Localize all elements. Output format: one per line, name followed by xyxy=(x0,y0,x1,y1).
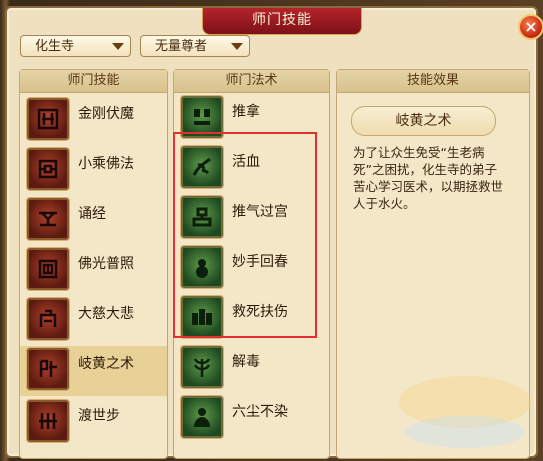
skills-panel: 师门技能 金刚伏魔 小乘佛法 诵经 佛光普照 大慈大悲 岐黄之术 渡世步 xyxy=(19,69,168,459)
spell-label: 救死扶伤 xyxy=(232,304,288,320)
spell-label: 妙手回春 xyxy=(232,254,288,270)
spell-item[interactable]: 救死扶伤 xyxy=(174,294,329,342)
skill-item[interactable]: 金刚伏魔 xyxy=(20,96,167,144)
vajra-seal-icon xyxy=(27,98,69,140)
skills-column-header: 师门技能 xyxy=(20,70,167,93)
rescue-icon xyxy=(181,296,223,338)
spell-label: 六尘不染 xyxy=(232,404,288,420)
buddha-light-seal-icon xyxy=(27,248,69,290)
effect-title: 岐黄之术 xyxy=(351,106,496,136)
effect-description: 为了让众生免受“生老病死”之困扰，化生寺的弟子苦心学习医术，以期拯救世人于水火。 xyxy=(353,145,504,211)
spell-item[interactable]: 推气过宫 xyxy=(174,194,329,242)
blood-circulation-icon xyxy=(181,146,223,188)
school-select-value: 化生寺 xyxy=(35,39,75,54)
spells-panel: 师门法术 推拿 活血 推气过宫 妙手回春 救死扶伤 解毒 六尘不染 xyxy=(173,69,330,459)
medicine-seal-icon xyxy=(27,348,69,390)
spell-label: 推拿 xyxy=(232,104,260,120)
skill-label: 渡世步 xyxy=(78,408,120,424)
spell-item[interactable]: 推拿 xyxy=(174,94,329,142)
master-select[interactable]: 无量尊者 xyxy=(140,35,250,57)
skill-label: 岐黄之术 xyxy=(78,356,134,372)
monk-icon xyxy=(181,396,223,438)
chevron-down-icon xyxy=(231,43,243,50)
qi-push-icon xyxy=(181,196,223,238)
effect-column-header: 技能效果 xyxy=(337,70,529,93)
gourd-icon xyxy=(181,246,223,288)
skill-label: 小乘佛法 xyxy=(78,156,134,172)
master-select-value: 无量尊者 xyxy=(155,39,208,54)
step-seal-icon xyxy=(27,400,69,442)
skill-item[interactable]: 小乘佛法 xyxy=(20,146,167,194)
skill-item[interactable]: 大慈大悲 xyxy=(20,296,167,344)
skill-label: 诵经 xyxy=(78,206,106,222)
skill-label: 佛光普照 xyxy=(78,256,134,272)
school-select[interactable]: 化生寺 xyxy=(20,35,131,57)
compassion-seal-icon xyxy=(27,298,69,340)
window-title: 师门技能 xyxy=(202,8,362,35)
spell-item[interactable]: 解毒 xyxy=(174,344,329,392)
dharma-seal-icon xyxy=(27,148,69,190)
sutra-seal-icon xyxy=(27,198,69,240)
skill-label: 大慈大悲 xyxy=(78,306,134,322)
skill-item-selected[interactable]: 岐黄之术 xyxy=(20,346,167,396)
skill-item[interactable]: 佛光普照 xyxy=(20,246,167,294)
spells-column-header: 师门法术 xyxy=(174,70,329,93)
skill-item[interactable]: 诵经 xyxy=(20,196,167,244)
spell-label: 推气过宫 xyxy=(232,204,288,220)
close-button[interactable]: × xyxy=(518,14,543,40)
skill-label: 金刚伏魔 xyxy=(78,106,134,122)
chevron-down-icon xyxy=(112,43,124,50)
spell-item[interactable]: 活血 xyxy=(174,144,329,192)
spell-label: 活血 xyxy=(232,154,260,170)
spell-item[interactable]: 妙手回春 xyxy=(174,244,329,292)
massage-icon xyxy=(181,96,223,138)
watermark-logo xyxy=(395,370,535,456)
skill-item[interactable]: 渡世步 xyxy=(20,398,167,446)
herb-icon xyxy=(181,346,223,388)
spell-item[interactable]: 六尘不染 xyxy=(174,394,329,442)
spell-label: 解毒 xyxy=(232,354,260,370)
